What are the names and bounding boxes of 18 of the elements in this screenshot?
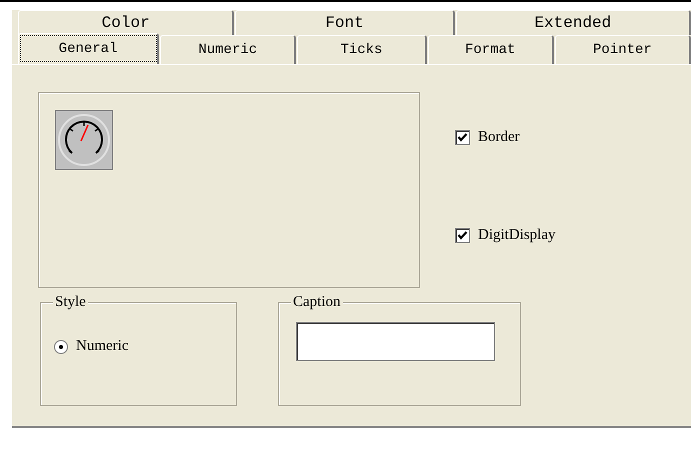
tab[interactable]: Extended xyxy=(456,10,691,35)
radio-button[interactable] xyxy=(54,340,68,354)
checkbox[interactable] xyxy=(455,130,470,144)
caption-field[interactable] xyxy=(296,322,495,361)
tab[interactable]: Color xyxy=(18,10,234,35)
checkbox-label: DigitDisplay xyxy=(478,226,556,244)
group-title: Style xyxy=(53,294,88,311)
group-title: Caption xyxy=(291,294,342,311)
checkbox[interactable] xyxy=(455,228,470,242)
tab[interactable]: General xyxy=(18,33,160,64)
tab[interactable]: Font xyxy=(235,10,455,35)
tab[interactable]: Ticks xyxy=(297,35,427,64)
tab[interactable]: Pointer xyxy=(554,35,691,64)
tab[interactable]: Numeric xyxy=(160,35,296,64)
gauge-icon xyxy=(55,110,113,170)
tab[interactable]: Format xyxy=(428,35,554,64)
checkbox-label: Border xyxy=(478,128,520,146)
radio-label: Numeric xyxy=(76,338,128,355)
